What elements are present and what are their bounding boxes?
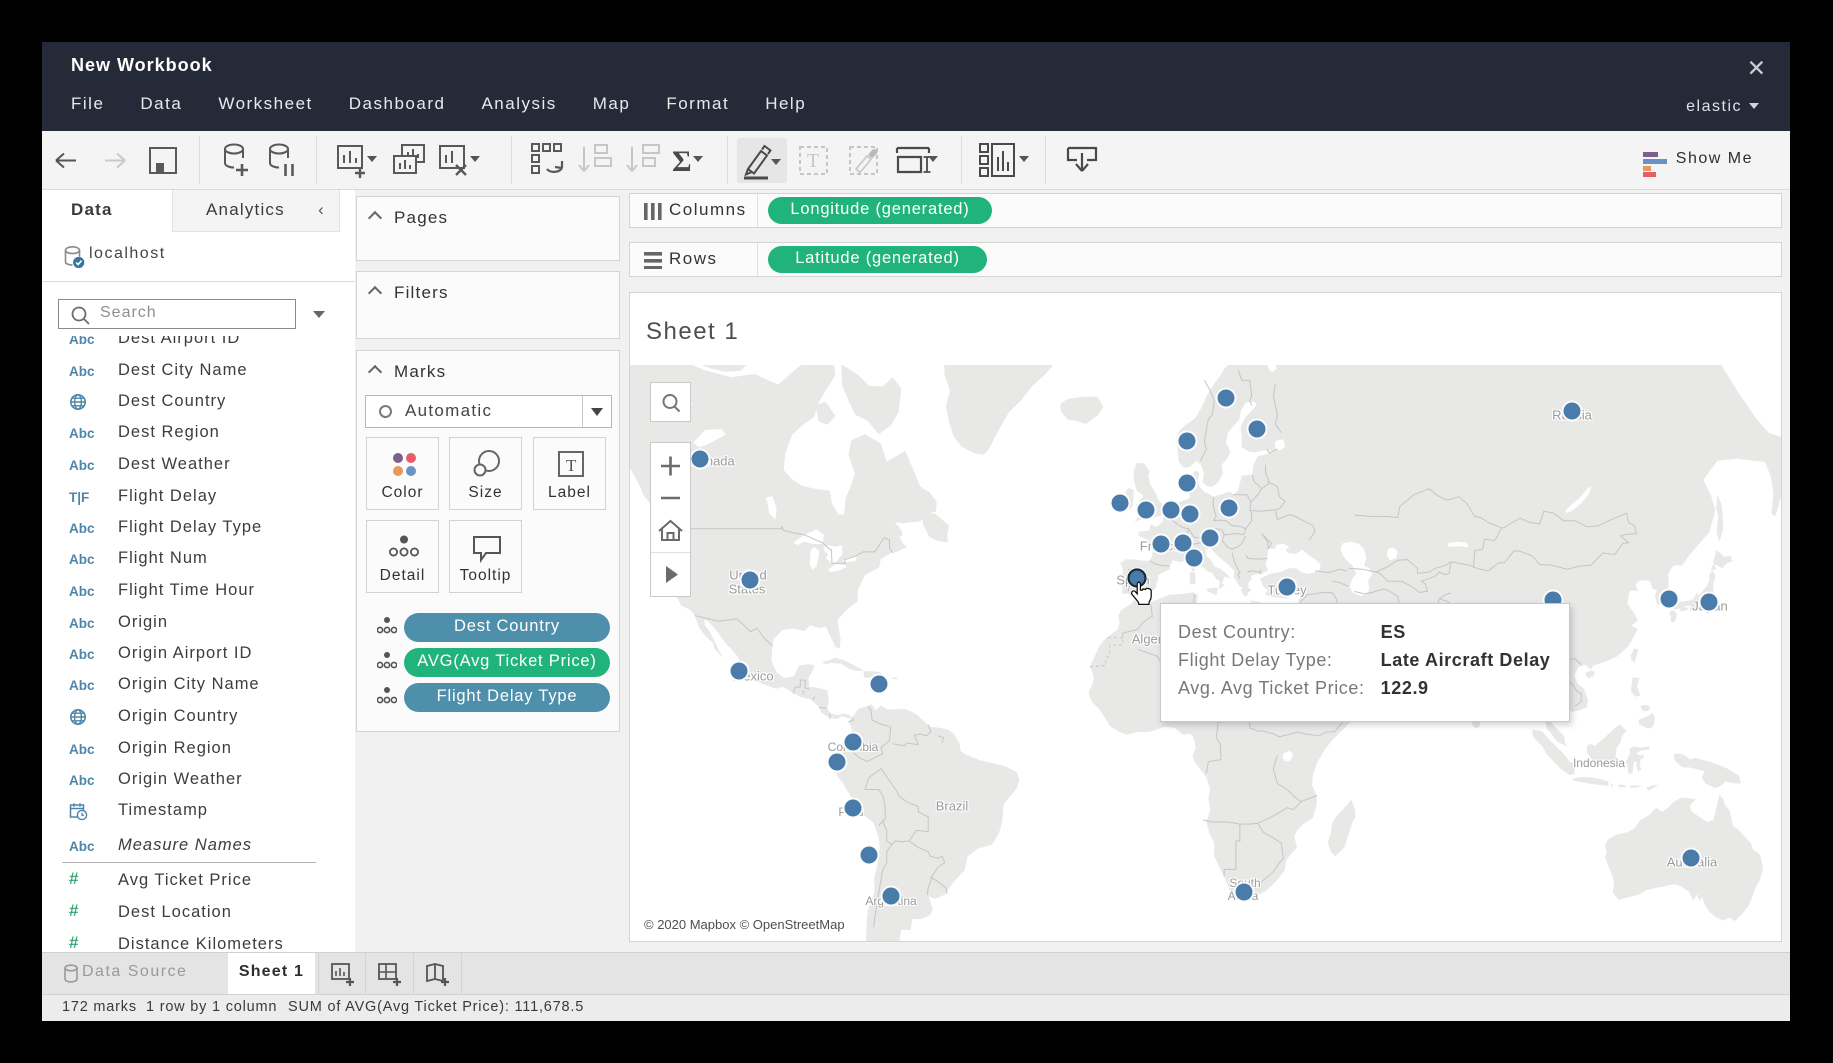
svg-text:Σ: Σ xyxy=(672,145,692,178)
svg-text:T: T xyxy=(566,456,577,475)
svg-text:T: T xyxy=(807,150,819,172)
